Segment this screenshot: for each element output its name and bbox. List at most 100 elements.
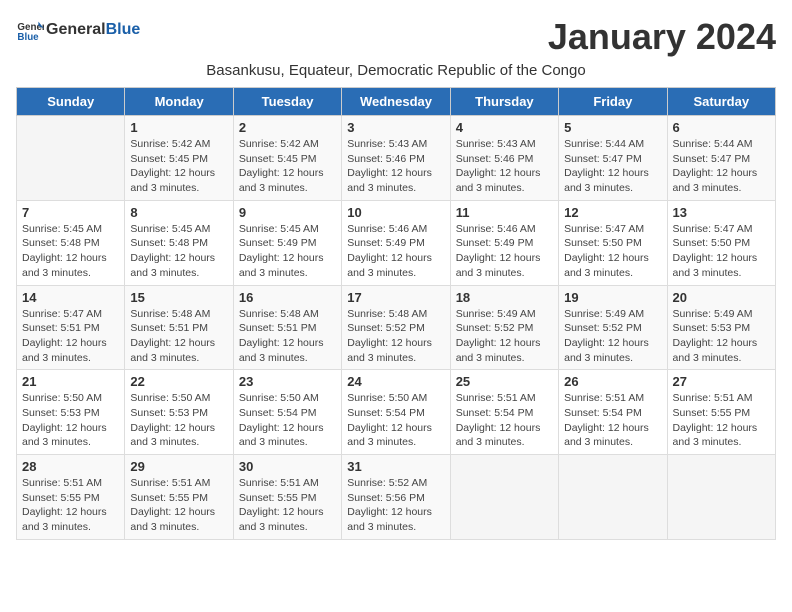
- day-number: 17: [347, 290, 444, 305]
- calendar-cell: 30Sunrise: 5:51 AM Sunset: 5:55 PM Dayli…: [233, 455, 341, 540]
- day-number: 22: [130, 374, 227, 389]
- day-number: 2: [239, 120, 336, 135]
- calendar-cell: 5 Sunrise: 5:44 AM Sunset: 5:47 PM Daylig…: [559, 116, 667, 201]
- day-info: Sunrise: 5:49 AM Sunset: 5:52 PM Dayligh…: [564, 307, 661, 366]
- day-info: Sunrise: 5:45 AM Sunset: 5:48 PM Dayligh…: [22, 222, 119, 281]
- day-info: Sunrise: 5:52 AM Sunset: 5:56 PM Dayligh…: [347, 476, 444, 535]
- day-number: 28: [22, 459, 119, 474]
- calendar-week-row: 7Sunrise: 5:45 AM Sunset: 5:48 PM Daylig…: [17, 200, 776, 285]
- day-info: Sunrise: 5:51 AM Sunset: 5:54 PM Dayligh…: [564, 391, 661, 450]
- day-number: 24: [347, 374, 444, 389]
- day-of-week-header: Wednesday: [342, 88, 450, 116]
- calendar-cell: 25 Sunrise: 5:51 AM Sunset: 5:54 PM Dayli…: [450, 370, 558, 455]
- calendar-cell: 26 Sunrise: 5:51 AM Sunset: 5:54 PM Dayli…: [559, 370, 667, 455]
- day-number: 14: [22, 290, 119, 305]
- logo-general: General: [46, 21, 106, 38]
- day-info: Sunrise: 5:51 AM Sunset: 5:55 PM Dayligh…: [22, 476, 119, 535]
- calendar-cell: 24 Sunrise: 5:50 AM Sunset: 5:54 PM Dayli…: [342, 370, 450, 455]
- day-number: 3: [347, 120, 444, 135]
- calendar-cell: 1Sunrise: 5:42 AM Sunset: 5:45 PM Daylig…: [125, 116, 233, 201]
- calendar-cell: 18 Sunrise: 5:49 AM Sunset: 5:52 PM Dayli…: [450, 285, 558, 370]
- calendar-cell: 6Sunrise: 5:44 AM Sunset: 5:47 PM Daylig…: [667, 116, 775, 201]
- day-number: 12: [564, 205, 661, 220]
- calendar-cell: [17, 116, 125, 201]
- subtitle: Basankusu, Equateur, Democratic Republic…: [16, 62, 776, 79]
- day-number: 4: [456, 120, 553, 135]
- day-info: Sunrise: 5:43 AM Sunset: 5:46 PM Dayligh…: [347, 137, 444, 196]
- calendar-cell: 9 Sunrise: 5:45 AM Sunset: 5:49 PM Daylig…: [233, 200, 341, 285]
- day-of-week-header: Thursday: [450, 88, 558, 116]
- day-info: Sunrise: 5:46 AM Sunset: 5:49 PM Dayligh…: [456, 222, 553, 281]
- day-info: Sunrise: 5:42 AM Sunset: 5:45 PM Dayligh…: [130, 137, 227, 196]
- day-number: 13: [673, 205, 770, 220]
- calendar-week-row: 21Sunrise: 5:50 AM Sunset: 5:53 PM Dayli…: [17, 370, 776, 455]
- logo: General Blue GeneralBlue: [16, 16, 140, 44]
- logo-icon: General Blue: [16, 16, 44, 44]
- calendar-cell: 15 Sunrise: 5:48 AM Sunset: 5:51 PM Dayli…: [125, 285, 233, 370]
- calendar-cell: 12 Sunrise: 5:47 AM Sunset: 5:50 PM Dayli…: [559, 200, 667, 285]
- calendar-cell: 31 Sunrise: 5:52 AM Sunset: 5:56 PM Dayli…: [342, 455, 450, 540]
- day-number: 6: [673, 120, 770, 135]
- day-info: Sunrise: 5:44 AM Sunset: 5:47 PM Dayligh…: [564, 137, 661, 196]
- day-info: Sunrise: 5:42 AM Sunset: 5:45 PM Dayligh…: [239, 137, 336, 196]
- calendar-cell: 2 Sunrise: 5:42 AM Sunset: 5:45 PM Daylig…: [233, 116, 341, 201]
- calendar-week-row: 1Sunrise: 5:42 AM Sunset: 5:45 PM Daylig…: [17, 116, 776, 201]
- day-number: 25: [456, 374, 553, 389]
- calendar-cell: 21Sunrise: 5:50 AM Sunset: 5:53 PM Dayli…: [17, 370, 125, 455]
- calendar-cell: [450, 455, 558, 540]
- day-info: Sunrise: 5:43 AM Sunset: 5:46 PM Dayligh…: [456, 137, 553, 196]
- day-info: Sunrise: 5:51 AM Sunset: 5:54 PM Dayligh…: [456, 391, 553, 450]
- calendar-cell: 23Sunrise: 5:50 AM Sunset: 5:54 PM Dayli…: [233, 370, 341, 455]
- calendar-cell: 7Sunrise: 5:45 AM Sunset: 5:48 PM Daylig…: [17, 200, 125, 285]
- calendar-week-row: 28 Sunrise: 5:51 AM Sunset: 5:55 PM Dayli…: [17, 455, 776, 540]
- day-info: Sunrise: 5:47 AM Sunset: 5:51 PM Dayligh…: [22, 307, 119, 366]
- day-number: 31: [347, 459, 444, 474]
- calendar-header-row: SundayMondayTuesdayWednesdayThursdayFrid…: [17, 88, 776, 116]
- day-number: 5: [564, 120, 661, 135]
- calendar-cell: [667, 455, 775, 540]
- day-number: 10: [347, 205, 444, 220]
- day-number: 9: [239, 205, 336, 220]
- day-number: 29: [130, 459, 227, 474]
- day-number: 19: [564, 290, 661, 305]
- day-of-week-header: Monday: [125, 88, 233, 116]
- calendar-cell: 4 Sunrise: 5:43 AM Sunset: 5:46 PM Daylig…: [450, 116, 558, 201]
- day-info: Sunrise: 5:50 AM Sunset: 5:54 PM Dayligh…: [347, 391, 444, 450]
- calendar-cell: 10Sunrise: 5:46 AM Sunset: 5:49 PM Dayli…: [342, 200, 450, 285]
- day-info: Sunrise: 5:50 AM Sunset: 5:54 PM Dayligh…: [239, 391, 336, 450]
- calendar-cell: 22 Sunrise: 5:50 AM Sunset: 5:53 PM Dayli…: [125, 370, 233, 455]
- day-info: Sunrise: 5:45 AM Sunset: 5:49 PM Dayligh…: [239, 222, 336, 281]
- day-of-week-header: Sunday: [17, 88, 125, 116]
- calendar-cell: 8 Sunrise: 5:45 AM Sunset: 5:48 PM Daylig…: [125, 200, 233, 285]
- month-title: January 2024: [548, 16, 776, 58]
- day-number: 18: [456, 290, 553, 305]
- calendar-cell: 13 Sunrise: 5:47 AM Sunset: 5:50 PM Dayli…: [667, 200, 775, 285]
- day-number: 26: [564, 374, 661, 389]
- day-number: 8: [130, 205, 227, 220]
- calendar-cell: 28 Sunrise: 5:51 AM Sunset: 5:55 PM Dayli…: [17, 455, 125, 540]
- calendar-table: SundayMondayTuesdayWednesdayThursdayFrid…: [16, 87, 776, 540]
- day-info: Sunrise: 5:51 AM Sunset: 5:55 PM Dayligh…: [673, 391, 770, 450]
- calendar-cell: 11 Sunrise: 5:46 AM Sunset: 5:49 PM Dayli…: [450, 200, 558, 285]
- day-info: Sunrise: 5:49 AM Sunset: 5:52 PM Dayligh…: [456, 307, 553, 366]
- day-of-week-header: Friday: [559, 88, 667, 116]
- logo-blue: Blue: [106, 21, 141, 38]
- day-info: Sunrise: 5:48 AM Sunset: 5:52 PM Dayligh…: [347, 307, 444, 366]
- calendar-cell: [559, 455, 667, 540]
- day-number: 15: [130, 290, 227, 305]
- header: General Blue GeneralBlue January 2024: [16, 16, 776, 58]
- day-info: Sunrise: 5:47 AM Sunset: 5:50 PM Dayligh…: [673, 222, 770, 281]
- calendar-cell: 3 Sunrise: 5:43 AM Sunset: 5:46 PM Daylig…: [342, 116, 450, 201]
- calendar-cell: 19 Sunrise: 5:49 AM Sunset: 5:52 PM Dayli…: [559, 285, 667, 370]
- day-number: 30: [239, 459, 336, 474]
- day-info: Sunrise: 5:50 AM Sunset: 5:53 PM Dayligh…: [130, 391, 227, 450]
- day-number: 16: [239, 290, 336, 305]
- day-number: 27: [673, 374, 770, 389]
- day-number: 11: [456, 205, 553, 220]
- day-info: Sunrise: 5:47 AM Sunset: 5:50 PM Dayligh…: [564, 222, 661, 281]
- day-info: Sunrise: 5:48 AM Sunset: 5:51 PM Dayligh…: [130, 307, 227, 366]
- calendar-cell: 27 Sunrise: 5:51 AM Sunset: 5:55 PM Dayli…: [667, 370, 775, 455]
- day-info: Sunrise: 5:45 AM Sunset: 5:48 PM Dayligh…: [130, 222, 227, 281]
- svg-text:Blue: Blue: [17, 32, 39, 43]
- day-info: Sunrise: 5:48 AM Sunset: 5:51 PM Dayligh…: [239, 307, 336, 366]
